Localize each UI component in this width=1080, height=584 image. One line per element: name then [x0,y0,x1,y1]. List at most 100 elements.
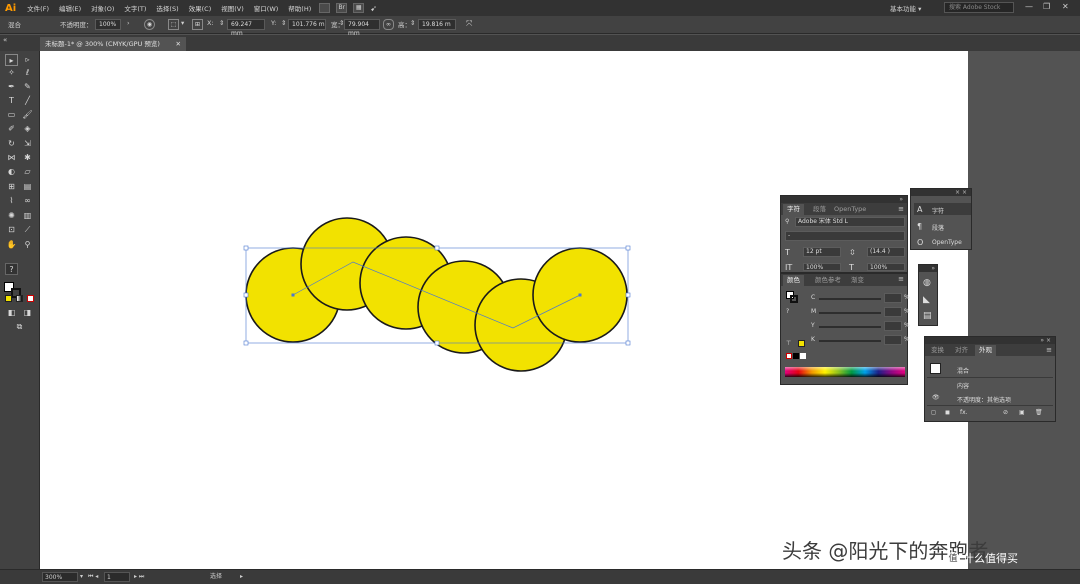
tab-character[interactable]: 字符 [783,204,804,215]
reference-point-icon[interactable]: ⊞ [192,19,203,30]
fill-color-icon[interactable] [5,295,12,302]
link-icon[interactable]: ∞ [383,19,394,30]
eyedropper-tool-icon[interactable]: ⌇ [5,195,18,207]
mesh-tool-icon[interactable]: ⊞ [5,181,18,193]
channel-y-slider[interactable] [819,326,881,328]
scale-tool-icon[interactable]: ⇲ [21,138,34,150]
line-tool-icon[interactable]: ╱ [21,95,34,107]
font-family-field[interactable]: Adobe 宋体 Std L [795,217,905,227]
black-color-icon[interactable] [793,353,799,359]
channel-c-field[interactable] [884,293,902,303]
stock-search-input[interactable]: 搜索 Adobe Stock [944,2,1014,13]
perspective-tool-icon[interactable]: ▱ [21,166,34,178]
puppet-warp-tool-icon[interactable]: ✱ [21,152,34,164]
panel-collapse-icon[interactable]: » [899,196,903,203]
selection-tool-icon[interactable]: ▸ [5,54,18,66]
menu-edit[interactable]: 编辑(E) [54,3,86,13]
color-guide-icon[interactable]: ◣ [923,295,930,305]
direct-selection-tool-icon[interactable]: ▹ [21,54,34,66]
none-swatch-icon[interactable] [27,295,34,302]
shape-builder-tool-icon[interactable]: ◐ [5,166,18,178]
tab-paragraph[interactable]: 段落 [809,204,830,215]
collapse-icon[interactable]: « [3,36,7,44]
x-stepper-icon[interactable]: ⇕ [219,19,224,27]
mini-item-character[interactable]: A 字符 [914,203,971,215]
tab-opentype[interactable]: OpenType [830,204,870,215]
menu-help[interactable]: 帮助(H) [283,3,316,13]
tab-align[interactable]: 对齐 [951,345,972,356]
width-tool-icon[interactable]: ⋈ [5,152,18,164]
gradient-tool-icon[interactable]: ▤ [21,181,34,193]
tab-close-icon[interactable]: ✕ [176,37,181,51]
menu-window[interactable]: 窗口(W) [249,3,284,13]
tab-color[interactable]: 颜色 [783,275,804,286]
opacity-arrow-icon[interactable]: › [127,19,130,27]
white-color-icon[interactable] [800,353,806,359]
menu-file[interactable]: 文件(F) [22,3,54,13]
out-of-gamut-icon[interactable]: ? [786,308,789,315]
channel-k-field[interactable] [884,335,902,345]
draw-inside-icon[interactable]: ◨ [21,307,34,319]
mini-item-paragraph[interactable]: ¶ 段落 [914,220,971,232]
color-stroke-swatch[interactable] [790,295,798,303]
channel-m-field[interactable] [884,307,902,317]
brush-tool-icon[interactable]: 🖌 [21,109,34,121]
icon-strip-collapse-icon[interactable]: » [931,265,935,272]
bbox-handle-5[interactable] [625,292,631,298]
graph-tool-icon[interactable]: ▥ [21,210,34,222]
color-spectrum[interactable] [785,367,905,377]
tab-appearance[interactable]: 外观 [975,345,996,356]
mini-item-opentype[interactable]: O OpenType [914,236,971,248]
gradient-panel-icon[interactable]: ▤ [923,311,932,321]
spine-anchor-1[interactable] [291,293,295,297]
first-artboard-icon[interactable]: ⏮ ◂ [88,572,98,582]
last-color-swatch[interactable] [798,340,805,347]
color-panel-icon[interactable]: ◍ [923,278,931,288]
tab-gradient[interactable]: 渐变 [847,275,868,286]
y-stepper-icon[interactable]: ⇕ [281,19,286,27]
menu-select[interactable]: 选择(S) [151,3,183,13]
symbol-sprayer-tool-icon[interactable]: ✺ [5,210,18,222]
appearance-content-label[interactable]: 内容 [957,381,969,390]
bbox-handle-6[interactable] [243,340,249,346]
font-style-field[interactable]: - [785,231,905,241]
zoom-dropdown-icon[interactable]: ▾ [80,572,83,582]
shaper-tool-icon[interactable]: ✐ [5,123,18,135]
h-stepper-icon[interactable]: ⇕ [410,19,415,27]
w-field[interactable]: 79.904 mm [344,19,380,37]
document-tab[interactable]: 未标题-1* @ 300% (CMYK/GPU 预览) ✕ [40,37,186,51]
h-field[interactable]: 19.816 m [418,19,456,30]
bbox-handle-2[interactable] [434,245,440,251]
zoom-field[interactable]: 300% [42,572,78,582]
eraser-tool-icon[interactable]: ◈ [21,123,34,135]
bbox-handle-3[interactable] [625,245,631,251]
leading-field[interactable]: (14.4 ) [867,247,905,257]
help-icon[interactable]: ? [5,263,18,275]
bbox-handle-1[interactable] [243,245,249,251]
x-field[interactable]: 69.247 mm [227,19,265,37]
blend-tool-icon[interactable]: ∞ [21,195,34,207]
y-field[interactable]: 101.776 m [288,19,326,30]
artboard-tool-icon[interactable]: ⊡ [5,224,18,236]
menu-view[interactable]: 视图(V) [216,3,249,13]
screen-mode-icon[interactable]: ⧉ [13,321,26,333]
slice-tool-icon[interactable]: ⟋ [21,224,34,236]
layout-icon[interactable] [319,3,331,13]
add-effect-button[interactable]: fx. [960,409,968,416]
artboard-page-field[interactable]: 1 [104,572,130,582]
recolor-icon[interactable]: ◉ [144,19,155,30]
color-panel-menu-icon[interactable]: ≡ [898,275,904,283]
font-size-field[interactable]: 12 pt [803,247,841,257]
mini-panel-close-icon[interactable]: × × [955,189,967,196]
zoom-tool-icon[interactable]: ⚲ [21,239,34,251]
channel-y-field[interactable] [884,321,902,331]
close-button[interactable]: ✕ [1062,2,1069,11]
blend-circles[interactable] [245,217,628,372]
bbox-handle-4[interactable] [243,292,249,298]
delete-item-icon[interactable]: 🗑 [1035,409,1043,416]
chevron-down-icon[interactable]: ▾ [181,19,184,27]
none-color-icon[interactable] [786,353,792,359]
menu-object[interactable]: 对象(O) [86,3,119,13]
rocket-icon[interactable]: ➹ [370,4,377,13]
opacity-field[interactable]: 100% [95,19,121,30]
